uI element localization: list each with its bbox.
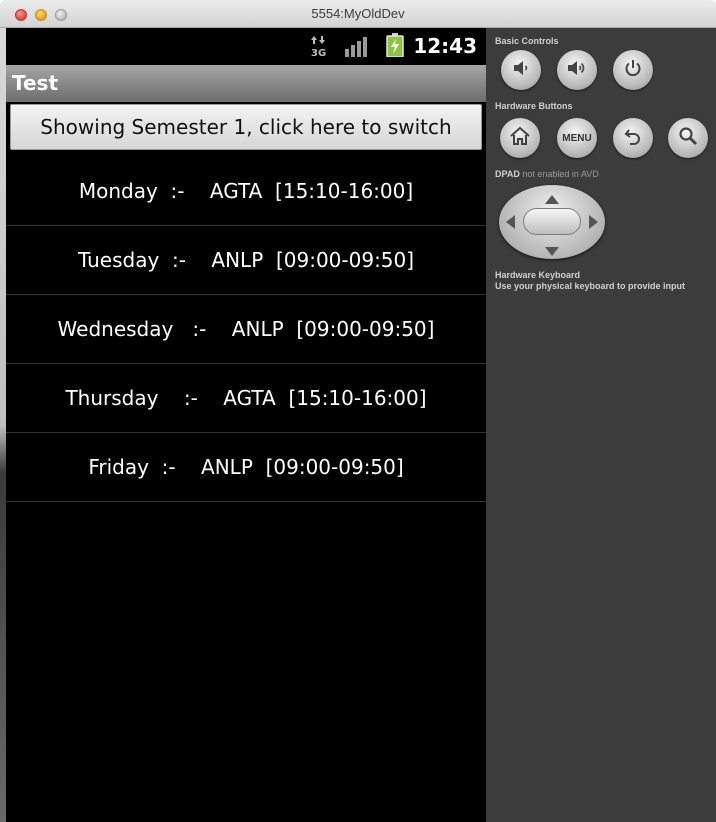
schedule-item-thursday[interactable]: Thursday :- AGTA [15:10-16:00] [6, 364, 486, 433]
schedule-list: Monday :- AGTA [15:10-16:00] Tuesday :- … [6, 157, 486, 502]
volume-down-button[interactable] [501, 50, 541, 90]
dpad-right-icon[interactable] [589, 215, 598, 234]
dpad-down-icon[interactable] [545, 243, 559, 261]
app-title-bar: Test [6, 65, 486, 102]
window-title: 5554:MyOldDev [311, 6, 405, 21]
3g-label: 3G [311, 48, 326, 57]
switch-semester-button[interactable]: Showing Semester 1, click here to switch [10, 104, 482, 150]
dpad-up-icon[interactable] [545, 191, 559, 209]
schedule-item-tuesday[interactable]: Tuesday :- ANLP [09:00-09:50] [6, 226, 486, 295]
hardware-buttons-label: Hardware Buttons [495, 101, 573, 111]
signal-bars-icon [344, 35, 368, 62]
menu-button[interactable]: MENU [557, 118, 597, 158]
dpad-center-button[interactable] [523, 208, 581, 235]
schedule-item-wednesday[interactable]: Wednesday :- ANLP [09:00-09:50] [6, 295, 486, 364]
dpad-note: not enabled in AVD [522, 169, 599, 179]
basic-controls-label: Basic Controls [495, 36, 559, 46]
power-button[interactable] [613, 50, 653, 90]
hardware-keyboard-label: Hardware Keyboard [495, 270, 581, 280]
emulator-control-panel: Basic Controls Hardware Buttons MENU DPA… [486, 28, 716, 822]
volume-up-button[interactable] [557, 50, 597, 90]
menu-button-label: MENU [562, 132, 592, 144]
3g-data-icon: 3G [311, 35, 327, 62]
volume-up-icon [566, 58, 588, 83]
dpad-label: DPAD not enabled in AVD [495, 169, 599, 179]
app-title: Test [12, 71, 59, 95]
back-icon [623, 126, 643, 151]
schedule-item-monday[interactable]: Monday :- AGTA [15:10-16:00] [6, 157, 486, 226]
search-icon [678, 126, 698, 151]
dpad-left-icon[interactable] [506, 215, 515, 234]
window-titlebar: 5554:MyOldDev [0, 0, 716, 28]
home-button[interactable] [500, 118, 540, 158]
status-bar: 3G 12:43 [6, 28, 486, 65]
power-icon [623, 58, 643, 83]
emulator-screen[interactable]: 3G 12:43 Test Showing Semester 1, click … [6, 28, 486, 822]
volume-down-icon [511, 58, 531, 83]
back-button[interactable] [613, 118, 653, 158]
home-icon [509, 126, 531, 151]
schedule-item-friday[interactable]: Friday :- ANLP [09:00-09:50] [6, 433, 486, 502]
status-clock: 12:43 [413, 34, 477, 58]
search-button[interactable] [668, 118, 708, 158]
battery-charging-icon [386, 33, 404, 62]
hardware-keyboard-note: Use your physical keyboard to provide in… [495, 281, 686, 291]
dpad-title: DPAD [495, 169, 520, 179]
dpad-control[interactable] [499, 185, 605, 259]
